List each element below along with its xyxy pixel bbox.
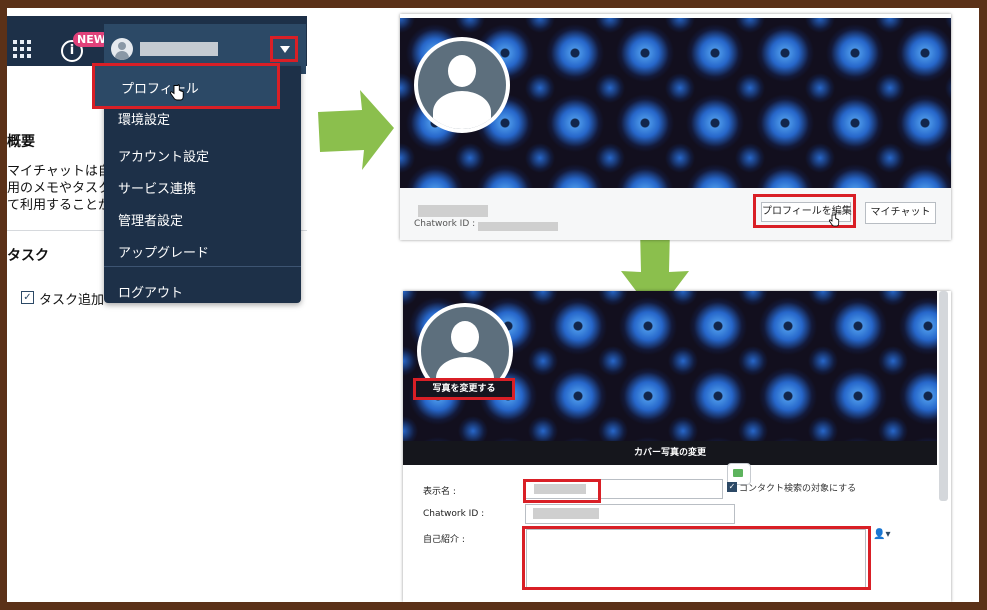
chatwork-id-label: Chatwork ID : <box>414 219 476 229</box>
menu-item-profile[interactable]: プロフィール <box>92 63 280 109</box>
overview-heading: 概要 <box>7 134 35 150</box>
blurred-chatwork-id <box>533 508 599 519</box>
description-line: て利用することが <box>7 198 112 213</box>
profile-avatar-icon <box>414 37 510 133</box>
menu-item-upgrade[interactable]: アップグレード <box>118 242 209 261</box>
hand-cursor-icon <box>828 214 840 227</box>
chevron-down-icon[interactable] <box>270 36 298 62</box>
tutorial-canvas: i NEW 概要 マイチャットは自 用のメモやタスク て利用することが タスク … <box>7 8 979 602</box>
menu-divider <box>104 266 301 267</box>
description-line: 用のメモやタスク <box>7 181 112 196</box>
chatwork-id-label: Chatwork ID : <box>423 509 485 519</box>
profile-edit-panel: 写真を変更する カバー写真の変更 表示名 : ✓ コンタクト検索の対象にする C… <box>403 291 951 602</box>
menu-item-account-settings[interactable]: アカウント設定 <box>118 146 209 165</box>
display-name-label: 表示名 : <box>423 487 456 497</box>
menu-item-profile-label: プロフィール <box>121 82 199 97</box>
screenshot-frame: i NEW 概要 マイチャットは自 用のメモやタスク て利用することが タスク … <box>0 0 987 610</box>
menu-item-admin-settings[interactable]: 管理者設定 <box>118 210 183 229</box>
description-line: マイチャットは自 <box>7 164 111 179</box>
contact-search-option[interactable]: コンタクト検索の対象にする <box>739 481 856 494</box>
app-grid-icon[interactable] <box>13 40 31 58</box>
change-cover-button[interactable]: カバー写真の変更 <box>403 441 937 465</box>
task-heading: タスク <box>7 248 49 264</box>
menu-item-service-integration[interactable]: サービス連携 <box>118 178 196 197</box>
chatwork-menu-panel: i NEW 概要 マイチャットは自 用のメモやタスク て利用することが タスク … <box>7 8 307 308</box>
task-add-link[interactable]: タスク追加 <box>39 289 104 308</box>
visibility-setting-icon[interactable]: 👤▾ <box>873 529 890 540</box>
hand-cursor-icon <box>170 84 184 101</box>
menu-item-logout[interactable]: ログアウト <box>118 282 183 301</box>
my-chat-button[interactable]: マイチャット <box>865 202 936 224</box>
arrow-right-icon <box>318 90 394 170</box>
profile-view-panel: Chatwork ID : プロフィールを編集 マイチャット <box>400 14 951 240</box>
edit-profile-button-highlight: プロフィールを編集 <box>753 194 856 228</box>
blurred-chatwork-id <box>478 222 558 231</box>
checkbox-icon[interactable]: ✓ <box>727 482 737 492</box>
chatwork-header: i NEW <box>7 16 307 74</box>
avatar-icon <box>111 38 133 60</box>
scrollbar[interactable] <box>939 291 948 501</box>
checkbox-icon[interactable]: ✓ <box>21 291 34 304</box>
blurred-username <box>140 42 218 56</box>
self-intro-highlight <box>522 526 871 590</box>
display-name-highlight <box>523 479 601 503</box>
description-text: マイチャットは自 用のメモやタスク て利用することが <box>7 163 111 214</box>
self-intro-label: 自己紹介 : <box>423 535 465 545</box>
change-photo-button[interactable]: 写真を変更する <box>413 378 515 400</box>
menu-item-settings[interactable]: 環境設定 <box>118 109 170 128</box>
blurred-display-name <box>418 205 488 217</box>
